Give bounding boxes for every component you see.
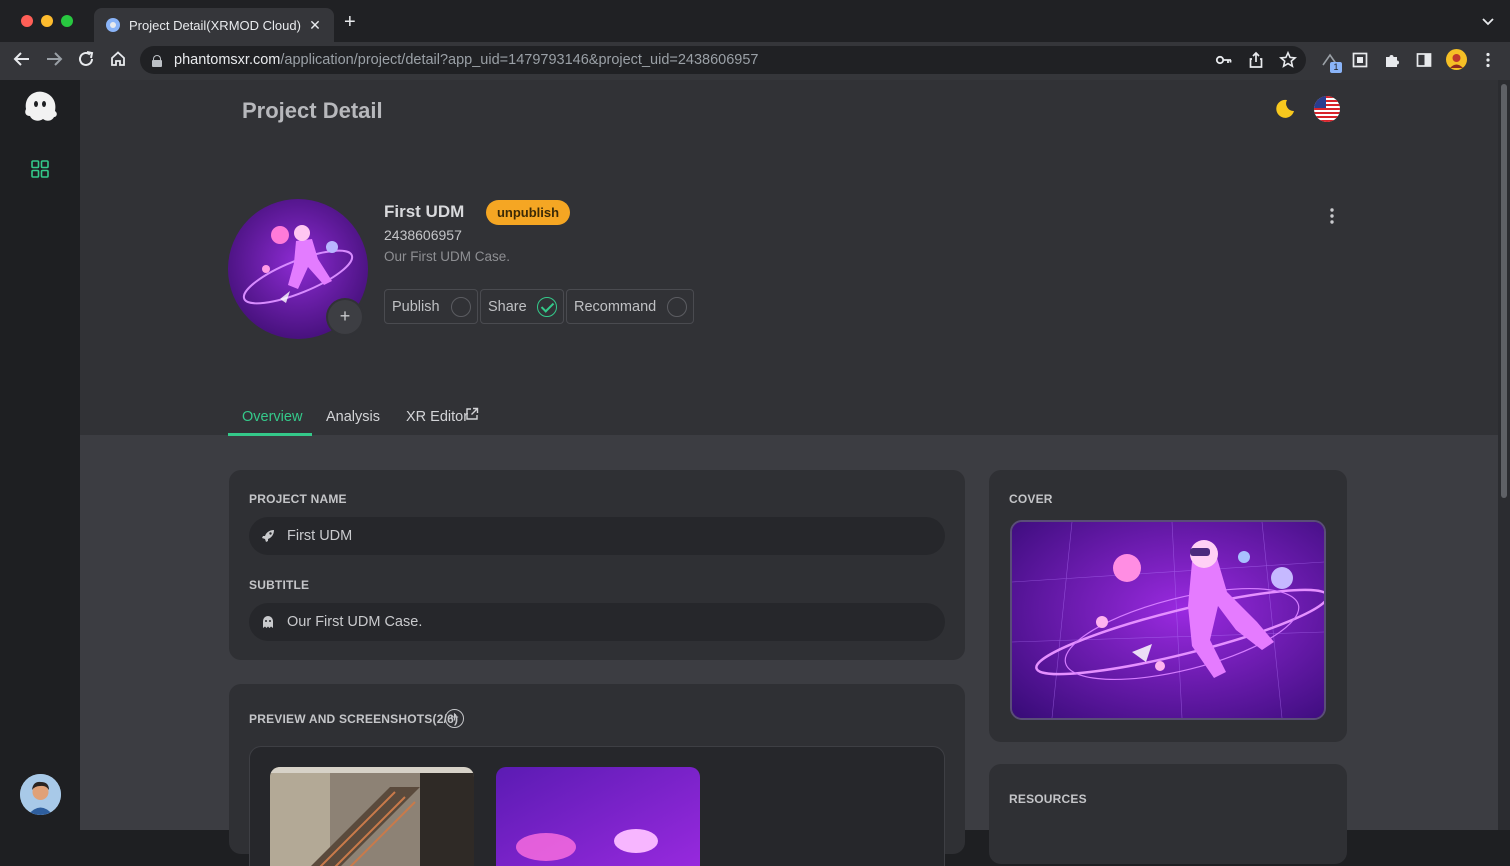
cover-label: COVER bbox=[1009, 492, 1053, 506]
browser-menu-icon[interactable] bbox=[1478, 51, 1498, 74]
tab-strip: Project Detail(XRMOD Cloud) - ✕ + bbox=[0, 0, 1510, 42]
subtitle-field[interactable]: Our First UDM Case. bbox=[249, 603, 945, 641]
publish-check-circle[interactable] bbox=[451, 297, 471, 317]
project-info-card: PROJECT NAME First UDM SUBTITLE Our Firs… bbox=[229, 470, 965, 660]
recommand-toggle-label: Recommand bbox=[574, 298, 657, 315]
status-badge: unpublish bbox=[486, 200, 570, 225]
tab-xr-editor[interactable]: XR Editor bbox=[406, 409, 468, 425]
project-name-heading: First UDM bbox=[384, 202, 465, 221]
puzzle-extensions-icon[interactable] bbox=[1382, 51, 1402, 74]
active-tab-indicator bbox=[228, 433, 312, 436]
browser-profile-avatar[interactable] bbox=[1446, 49, 1467, 70]
screenshot-thumbnail[interactable] bbox=[496, 767, 700, 866]
subtitle-label: SUBTITLE bbox=[249, 578, 310, 592]
share-toggle[interactable]: Share bbox=[480, 289, 564, 324]
project-name-field[interactable]: First UDM bbox=[249, 517, 945, 555]
side-panel-icon[interactable] bbox=[1414, 51, 1434, 74]
share-icon[interactable] bbox=[1246, 51, 1266, 74]
resources-label: RESOURCES bbox=[1009, 792, 1087, 806]
screenshots-panel bbox=[249, 746, 945, 866]
tab-title: Project Detail(XRMOD Cloud) - bbox=[129, 17, 304, 33]
share-toggle-label: Share bbox=[488, 298, 527, 315]
maximize-window-button[interactable] bbox=[61, 15, 73, 27]
project-id: 2438606957 bbox=[384, 227, 462, 243]
tab-overview[interactable]: Overview bbox=[242, 409, 302, 425]
tab-close-icon[interactable]: ✕ bbox=[304, 17, 326, 34]
us-flag-icon[interactable] bbox=[1314, 96, 1340, 122]
cover-image[interactable] bbox=[1010, 520, 1326, 720]
preview-card: PREVIEW AND SCREENSHOTS(2/6) + bbox=[229, 684, 965, 866]
screenshot-extension-icon[interactable] bbox=[1350, 51, 1370, 74]
tab-search-icon[interactable] bbox=[1482, 15, 1494, 29]
recommand-toggle[interactable]: Recommand bbox=[566, 289, 694, 324]
rocket-icon bbox=[262, 530, 274, 542]
browser-chrome: Project Detail(XRMOD Cloud) - ✕ + phanto… bbox=[0, 0, 1510, 80]
preview-label: PREVIEW AND SCREENSHOTS(2/6) bbox=[249, 712, 459, 726]
extension-badge: 1 bbox=[1330, 62, 1342, 73]
share-check-circle[interactable] bbox=[537, 297, 557, 317]
resources-card: RESOURCES bbox=[989, 764, 1347, 864]
tab-analysis[interactable]: Analysis bbox=[326, 409, 380, 425]
publish-toggle[interactable]: Publish bbox=[384, 289, 478, 324]
recommand-check-circle[interactable] bbox=[667, 297, 687, 317]
tab-favicon-icon bbox=[106, 18, 120, 32]
plus-circle-icon[interactable]: + bbox=[445, 709, 464, 728]
scrollbar-thumb[interactable] bbox=[1501, 84, 1507, 498]
home-button[interactable] bbox=[108, 50, 128, 73]
password-key-icon[interactable] bbox=[1214, 51, 1234, 74]
bookmark-star-icon[interactable] bbox=[1278, 50, 1298, 74]
kebab-menu-icon[interactable] bbox=[1326, 206, 1338, 226]
back-button[interactable] bbox=[12, 50, 32, 73]
forward-button[interactable] bbox=[44, 50, 64, 73]
address-bar[interactable]: phantomsxr.com/application/project/detai… bbox=[140, 46, 1306, 74]
lock-icon[interactable] bbox=[152, 54, 162, 67]
new-tab-button[interactable]: + bbox=[344, 12, 356, 32]
ghost-small-icon bbox=[263, 616, 273, 628]
ghost-logo-icon[interactable] bbox=[22, 89, 58, 123]
subtitle-value: Our First UDM Case. bbox=[287, 614, 423, 630]
screenshot-thumbnail[interactable] bbox=[270, 767, 474, 866]
project-name-label: PROJECT NAME bbox=[249, 492, 347, 506]
browser-tab[interactable]: Project Detail(XRMOD Cloud) - ✕ bbox=[94, 8, 334, 42]
user-avatar[interactable] bbox=[20, 774, 61, 815]
project-name-value: First UDM bbox=[287, 528, 353, 544]
cover-card: COVER bbox=[989, 470, 1347, 742]
page-title: Project Detail bbox=[242, 98, 383, 123]
project-description: Our First UDM Case. bbox=[384, 249, 511, 264]
apps-grid-icon[interactable] bbox=[31, 160, 49, 178]
sidebar bbox=[0, 80, 80, 830]
reload-button[interactable] bbox=[76, 50, 96, 73]
external-link-icon[interactable] bbox=[465, 407, 479, 421]
moon-icon[interactable] bbox=[1273, 98, 1295, 120]
minimize-window-button[interactable] bbox=[41, 15, 53, 27]
url-text: phantomsxr.com/application/project/detai… bbox=[174, 52, 759, 68]
app-root: Project Detail + First UDM unpublish 243… bbox=[0, 80, 1510, 866]
publish-toggle-label: Publish bbox=[392, 298, 440, 315]
close-window-button[interactable] bbox=[21, 15, 33, 27]
change-avatar-button[interactable]: + bbox=[328, 300, 362, 334]
